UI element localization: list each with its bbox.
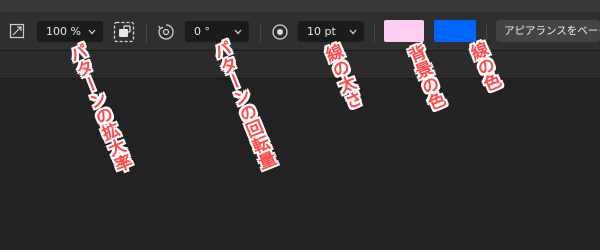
bake-appearance-button[interactable]: アピアランスをベーク (496, 20, 600, 42)
scale-icon[interactable] (8, 22, 26, 40)
pattern-tile-icon[interactable] (112, 20, 136, 44)
stroke-width-icon[interactable] (270, 22, 290, 42)
toolbar-divider (146, 23, 147, 43)
chevron-down-icon (233, 27, 243, 37)
scale-value: 100 % (46, 25, 81, 38)
background-color-swatch[interactable] (384, 20, 424, 42)
toolbar-divider (260, 23, 261, 43)
top-bar (0, 0, 600, 12)
scale-dropdown[interactable]: 100 % (37, 21, 103, 42)
chevron-down-icon (348, 27, 358, 37)
rotation-value: 0 ° (194, 25, 210, 38)
stroke-width-dropdown[interactable]: 10 pt (298, 21, 364, 42)
bake-appearance-label: アピアランスをベーク (504, 25, 600, 37)
stroke-width-value: 10 pt (307, 25, 336, 38)
chevron-down-icon (87, 27, 97, 37)
toolbar-divider (374, 23, 375, 43)
rotation-dropdown[interactable]: 0 ° (185, 21, 249, 42)
rotate-icon[interactable] (156, 22, 176, 42)
stroke-color-swatch[interactable] (434, 20, 476, 42)
